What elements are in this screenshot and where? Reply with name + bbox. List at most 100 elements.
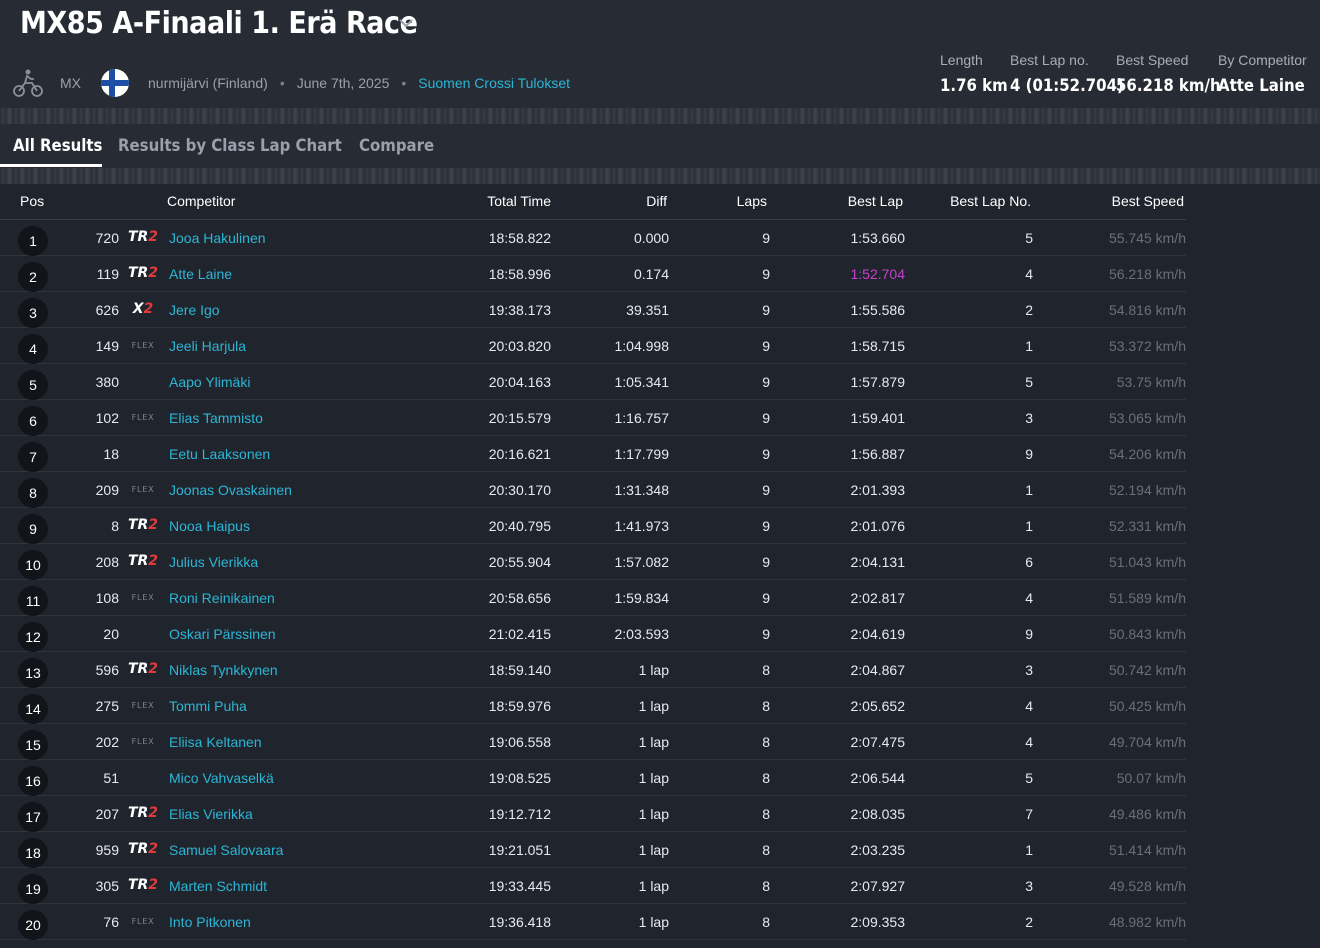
finland-flag-icon xyxy=(101,69,129,97)
competitor-link[interactable]: Julius Vierikka xyxy=(169,554,258,570)
diff: 1:04.998 xyxy=(614,338,670,354)
table-row[interactable]: 19 305 TR2 Marten Schmidt 19:33.445 1 lap 8 2:0… xyxy=(0,868,1186,904)
competitor-link[interactable]: Nooa Haipus xyxy=(169,518,250,534)
best-lap-no: 4 xyxy=(1025,734,1033,750)
table-row[interactable]: 10 208 TR2 Julius Vierikka 20:55.904 1:57.082… xyxy=(0,544,1186,580)
best-speed: 56.218 km/h xyxy=(1108,266,1186,282)
table-row[interactable]: 1 720 TR2 Jooa Hakulinen 18:58.822 0.000 9 1:53… xyxy=(0,220,1186,256)
table-row[interactable]: 3 626 X2 Jere Igo 19:38.173 39.351 9 1:55.586 2 5… xyxy=(0,292,1186,328)
table-row[interactable]: 15 202 FLEX Eliisa Keltanen 19:06.558 1 lap 8 2… xyxy=(0,724,1186,760)
header-total-time[interactable]: Total Time xyxy=(487,193,551,209)
competitor-link[interactable]: Jooa Hakulinen xyxy=(169,230,266,246)
header-pos[interactable]: Pos xyxy=(20,193,44,209)
best-speed: 50.425 km/h xyxy=(1108,698,1186,714)
laps: 9 xyxy=(762,230,770,246)
table-row[interactable]: 2 119 TR2 Atte Laine 18:58.996 0.174 9 1:52.704… xyxy=(0,256,1186,292)
tyre-brand-tr2-logo: TR2 xyxy=(127,517,159,533)
best-lap: 2:09.353 xyxy=(850,914,906,930)
tab-lap-chart[interactable]: Lap Chart xyxy=(260,124,342,168)
header-competitor[interactable]: Competitor xyxy=(167,193,235,209)
competitor-link[interactable]: Eliisa Keltanen xyxy=(169,734,262,750)
competitor-link[interactable]: Roni Reinikainen xyxy=(169,590,275,606)
best-lap-no: 3 xyxy=(1025,410,1033,426)
competitor-link[interactable]: Marten Schmidt xyxy=(169,878,267,894)
competitor-link[interactable]: Into Pitkonen xyxy=(169,914,251,930)
race-number: 305 xyxy=(95,878,119,894)
table-row[interactable]: 11 108 FLEX Roni Reinikainen 20:58.656 1:59.8… xyxy=(0,580,1186,616)
competitor-link[interactable]: Aapo Ylimäki xyxy=(169,374,250,390)
table-row[interactable]: 4 149 FLEX Jeeli Harjula 20:03.820 1:04.998 9 1… xyxy=(0,328,1186,364)
organizer-link[interactable]: Suomen Crossi Tulokset xyxy=(418,75,570,91)
table-row[interactable]: 7 18 Eetu Laaksonen 20:16.621 1:17.799 9 1:56.… xyxy=(0,436,1186,472)
position-badge: 11 xyxy=(18,586,48,616)
best-speed: 50.843 km/h xyxy=(1108,626,1186,642)
header-diff[interactable]: Diff xyxy=(646,193,667,209)
competitor-link[interactable]: Elias Tammisto xyxy=(169,410,263,426)
tab-bar: All Results Results by Class Lap Chart C… xyxy=(0,124,1320,168)
position-badge: 18 xyxy=(18,838,48,868)
competitor-link[interactable]: Tommi Puha xyxy=(169,698,247,714)
position-badge: 1 xyxy=(18,226,48,256)
best-speed: 51.589 km/h xyxy=(1108,590,1186,606)
position-badge: 14 xyxy=(18,694,48,724)
table-row[interactable]: 17 207 TR2 Elias Vierikka 19:12.712 1 lap 8 2:0… xyxy=(0,796,1186,832)
tab-results-by-class[interactable]: Results by Class xyxy=(118,124,255,168)
diff: 1:31.348 xyxy=(614,482,670,498)
tab-all-results[interactable]: All Results xyxy=(13,124,102,168)
competitor-link[interactable]: Jeeli Harjula xyxy=(169,338,246,354)
race-location: nurmijärvi (Finland) xyxy=(148,75,268,91)
laps: 8 xyxy=(762,914,770,930)
competitor-link[interactable]: Jere Igo xyxy=(169,302,220,318)
total-time: 18:58.822 xyxy=(488,230,551,246)
competitor-link[interactable]: Joonas Ovaskainen xyxy=(169,482,292,498)
diff: 1:41.973 xyxy=(614,518,670,534)
chevron-down-icon[interactable] xyxy=(395,12,417,34)
tab-compare[interactable]: Compare xyxy=(359,124,434,168)
table-row[interactable]: 9 8 TR2 Nooa Haipus 20:40.795 1:41.973 9 2:01.0… xyxy=(0,508,1186,544)
competitor-link[interactable]: Niklas Tynkkynen xyxy=(169,662,278,678)
best-lap: 2:07.475 xyxy=(850,734,906,750)
best-lap: 2:06.544 xyxy=(850,770,906,786)
best-lap-no: 5 xyxy=(1025,770,1033,786)
total-time: 18:58.996 xyxy=(488,266,551,282)
total-time: 19:21.051 xyxy=(488,842,551,858)
competitor-link[interactable]: Mico Vahvaselkä xyxy=(169,770,274,786)
competitor-link[interactable]: Samuel Salovaara xyxy=(169,842,283,858)
tyre-brand-tr2-logo: TR2 xyxy=(127,661,159,677)
laps: 9 xyxy=(762,446,770,462)
header-best-speed[interactable]: Best Speed xyxy=(1112,193,1184,209)
position-badge: 16 xyxy=(18,766,48,796)
best-lap-no: 9 xyxy=(1025,626,1033,642)
competitor-link[interactable]: Oskari Pärssinen xyxy=(169,626,276,642)
competitor-link[interactable]: Eetu Laaksonen xyxy=(169,446,270,462)
table-row[interactable]: 16 51 Mico Vahvaselkä 19:08.525 1 lap 8 2:06.5… xyxy=(0,760,1186,796)
header-best-lap-no[interactable]: Best Lap No. xyxy=(950,193,1031,209)
best-lap-no: 3 xyxy=(1025,878,1033,894)
header-laps[interactable]: Laps xyxy=(737,193,767,209)
laps: 9 xyxy=(762,554,770,570)
table-row[interactable]: 6 102 FLEX Elias Tammisto 20:15.579 1:16.757 9… xyxy=(0,400,1186,436)
table-row[interactable]: 13 596 TR2 Niklas Tynkkynen 18:59.140 1 lap 8 2… xyxy=(0,652,1186,688)
results-table: Pos Competitor Total Time Diff Laps Best… xyxy=(0,184,1186,940)
best-lap-no: 9 xyxy=(1025,446,1033,462)
table-row[interactable]: 8 209 FLEX Joonas Ovaskainen 20:30.170 1:31.3… xyxy=(0,472,1186,508)
table-row[interactable]: 14 275 FLEX Tommi Puha 18:59.976 1 lap 8 2:05.6… xyxy=(0,688,1186,724)
header-best-lap[interactable]: Best Lap xyxy=(848,193,903,209)
tyre-brand-flex-logo: FLEX xyxy=(131,737,155,746)
diff: 1 lap xyxy=(638,878,669,894)
table-row[interactable]: 20 76 FLEX Into Pitkonen 19:36.418 1 lap 8 2:09… xyxy=(0,904,1186,940)
table-row[interactable]: 18 959 TR2 Samuel Salovaara 19:21.051 1 lap 8 2… xyxy=(0,832,1186,868)
table-row[interactable]: 5 380 Aapo Ylimäki 20:04.163 1:05.341 9 1:57.8… xyxy=(0,364,1186,400)
best-lap: 1:57.879 xyxy=(850,374,906,390)
race-number: 149 xyxy=(95,338,119,354)
competitor-link[interactable]: Atte Laine xyxy=(169,266,232,282)
best-lap: 2:03.235 xyxy=(850,842,906,858)
competitor-link[interactable]: Elias Vierikka xyxy=(169,806,253,822)
race-number: 18 xyxy=(103,446,119,462)
position-badge: 13 xyxy=(18,658,48,688)
table-row[interactable]: 12 20 Oskari Pärssinen 21:02.415 2:03.593 9 2:… xyxy=(0,616,1186,652)
race-number: 20 xyxy=(103,626,119,642)
best-lap: 2:07.927 xyxy=(850,878,906,894)
total-time: 19:06.558 xyxy=(488,734,551,750)
total-time: 18:59.140 xyxy=(488,662,551,678)
